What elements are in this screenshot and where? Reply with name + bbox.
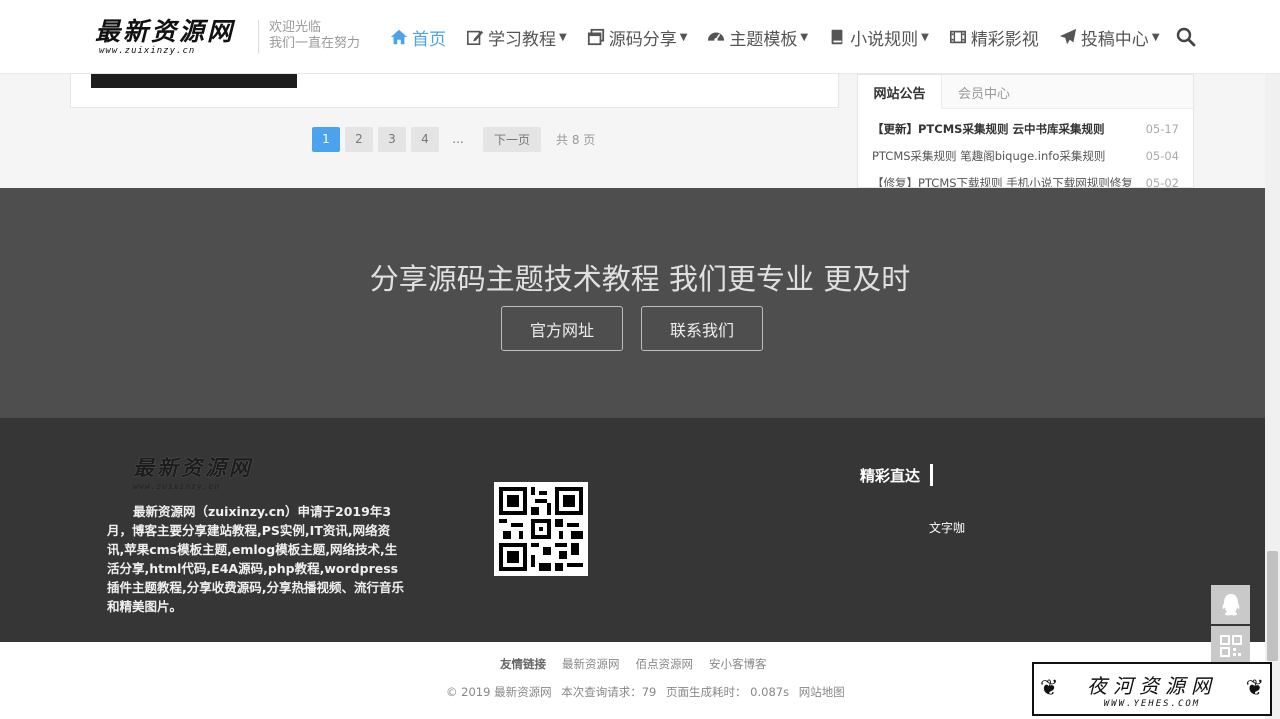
friend-links: 友情链接 最新资源网 佰点资源网 安小客博客: [500, 656, 783, 672]
send-icon: [1059, 28, 1076, 45]
notice-title[interactable]: PTCMS采集规则 笔趣阁biquge.info采集规则: [872, 148, 1105, 164]
chevron-down-icon: ▼: [1151, 31, 1160, 43]
page-3-button[interactable]: 3: [378, 126, 406, 152]
window-icon: [587, 28, 604, 46]
qr-code: [494, 482, 588, 576]
footer-logo-text: 最新资源网: [133, 455, 253, 480]
tab-announcements[interactable]: 网站公告: [858, 75, 942, 109]
notice-widget: 网站公告 会员中心 【更新】PTCMS采集规则 云中书库采集规则 05-17 P…: [857, 74, 1194, 188]
chevron-down-icon: ▼: [921, 31, 929, 43]
chevron-down-icon: ▼: [559, 31, 567, 43]
notice-title[interactable]: 【更新】PTCMS采集规则 云中书库采集规则: [872, 121, 1104, 137]
page-2-button[interactable]: 2: [345, 126, 373, 152]
page-1-button[interactable]: 1: [312, 126, 340, 152]
footer-section-title-text: 精彩直达: [860, 466, 921, 485]
search-icon[interactable]: [1176, 27, 1196, 47]
nav-item-home[interactable]: 首页: [390, 25, 446, 50]
qq-icon: [1222, 593, 1239, 615]
notice-date: 05-17: [1145, 121, 1179, 136]
nav-item-source-code[interactable]: 源码分享 ▼: [587, 25, 688, 50]
scrollbar-thumb[interactable]: [1267, 551, 1278, 661]
official-site-button[interactable]: 官方网址: [501, 306, 623, 351]
slogan-line-2: 我们一直在努力: [269, 36, 361, 51]
generation-time: 页面生成耗时： 0.087s: [666, 685, 790, 699]
title-bar-divider: [930, 464, 934, 486]
nav-label: 小说规则: [850, 29, 919, 50]
footer-logo-url: www.zuixinzy.cn: [133, 482, 221, 491]
site-slogan: 欢迎光临 我们一直在努力: [258, 20, 360, 54]
notice-tabs: 网站公告 会员中心: [858, 75, 1193, 109]
site-footer: 最新资源网 www.zuixinzy.cn 最新资源网（zuixinzy.cn）…: [0, 418, 1280, 642]
notice-date: 05-04: [1145, 148, 1179, 163]
film-icon: [949, 30, 966, 44]
ornament-icon: ❦: [1040, 676, 1059, 701]
copyright: © 2019 最新资源网: [446, 685, 552, 699]
watermark-url: WWW.YEHES.COM: [1103, 698, 1201, 709]
notice-title[interactable]: 【修复】PTCMS下载规则 手机小说下载网规则修复...: [872, 175, 1134, 188]
nav-item-tutorials[interactable]: 学习教程 ▼: [466, 25, 567, 50]
edit-icon: [466, 30, 484, 46]
cta-banner: 分享源码主题技术教程 我们更专业 更及时 官方网址 联系我们: [0, 188, 1280, 418]
friend-link[interactable]: 最新资源网: [562, 656, 620, 672]
qq-contact-button[interactable]: [1211, 585, 1250, 624]
tab-member-center[interactable]: 会员中心: [942, 75, 1026, 109]
footer-link[interactable]: 文字咖: [929, 519, 965, 536]
nav-label: 主题模板: [729, 29, 798, 50]
list-item[interactable]: PTCMS采集规则 笔趣阁biquge.info采集规则 05-04: [872, 142, 1179, 169]
nav-item-submit[interactable]: 投稿中心 ▼: [1059, 25, 1160, 50]
qr-code-icon: [499, 487, 583, 571]
query-count: 本次查询请求：79: [561, 685, 657, 699]
copyright-line: © 2019 最新资源网 本次查询请求：79 页面生成耗时： 0.087s 网站…: [446, 684, 851, 700]
chevron-down-icon: ▼: [679, 31, 688, 43]
site-header: 最新资源网 www.zuixinzy.cn 欢迎光临 我们一直在努力 首页 学习…: [0, 0, 1280, 74]
watermark-text: 夜河资源网: [1087, 673, 1217, 698]
notice-list: 【更新】PTCMS采集规则 云中书库采集规则 05-17 PTCMS采集规则 笔…: [858, 109, 1193, 188]
nav-item-movies[interactable]: 精彩影视: [949, 25, 1039, 50]
friend-links-label: 友情链接: [500, 657, 546, 671]
nav-label: 投稿中心: [1080, 29, 1149, 50]
pagination: 1 2 3 4 ... 下一页 共 8 页: [312, 126, 595, 152]
nav-label: 学习教程: [488, 29, 556, 50]
contact-us-button[interactable]: 联系我们: [641, 306, 763, 351]
list-item[interactable]: 【更新】PTCMS采集规则 云中书库采集规则 05-17: [872, 115, 1179, 142]
list-item[interactable]: 【修复】PTCMS下载规则 手机小说下载网规则修复... 05-02: [872, 169, 1179, 188]
nav-label: 首页: [412, 29, 446, 50]
home-icon: [390, 29, 408, 45]
nav-item-novel-rules[interactable]: 小说规则 ▼: [828, 25, 929, 50]
next-page-button[interactable]: 下一页: [483, 126, 542, 152]
logo-text: 最新资源网: [95, 17, 236, 46]
nav-item-themes[interactable]: 主题模板 ▼: [707, 25, 808, 50]
slogan-line-1: 欢迎光临: [269, 20, 322, 35]
main-nav: 首页 学习教程 ▼ 源码分享 ▼ 主题模板 ▼ 小说规则 ▼ 精彩影视 投稿中心…: [390, 20, 1180, 54]
sitemap-link[interactable]: 网站地图: [799, 685, 845, 699]
notice-date: 05-02: [1145, 175, 1179, 188]
book-icon: [831, 29, 843, 45]
nav-label: 精彩影视: [970, 29, 1039, 50]
footer-logo: 最新资源网 www.zuixinzy.cn: [133, 452, 253, 491]
ornament-icon: ❦: [1245, 676, 1264, 701]
page-total: 共 8 页: [556, 132, 596, 147]
qrcode-icon: [1219, 634, 1242, 657]
logo-url: www.zuixinzy.cn: [99, 46, 196, 56]
nav-label: 源码分享: [608, 29, 677, 50]
page-ellipsis: ...: [452, 132, 464, 146]
watermark: ❦ ❦ 夜河资源网 WWW.YEHES.COM: [1032, 662, 1272, 716]
qr-float-button[interactable]: [1211, 626, 1250, 665]
chevron-down-icon: ▼: [800, 31, 809, 43]
cta-title: 分享源码主题技术教程 我们更专业 更及时: [369, 262, 911, 296]
friend-link[interactable]: 佰点资源网: [636, 656, 694, 672]
friend-link[interactable]: 安小客博客: [709, 656, 767, 672]
page-4-button[interactable]: 4: [411, 126, 439, 152]
site-logo[interactable]: 最新资源网 www.zuixinzy.cn: [95, 18, 245, 58]
footer-description: 最新资源网（zuixinzy.cn）申请于2019年3月，博客主要分享建站教程,…: [107, 504, 404, 614]
dashboard-icon: [708, 32, 725, 42]
footer-section-title: 精彩直达: [860, 464, 934, 486]
